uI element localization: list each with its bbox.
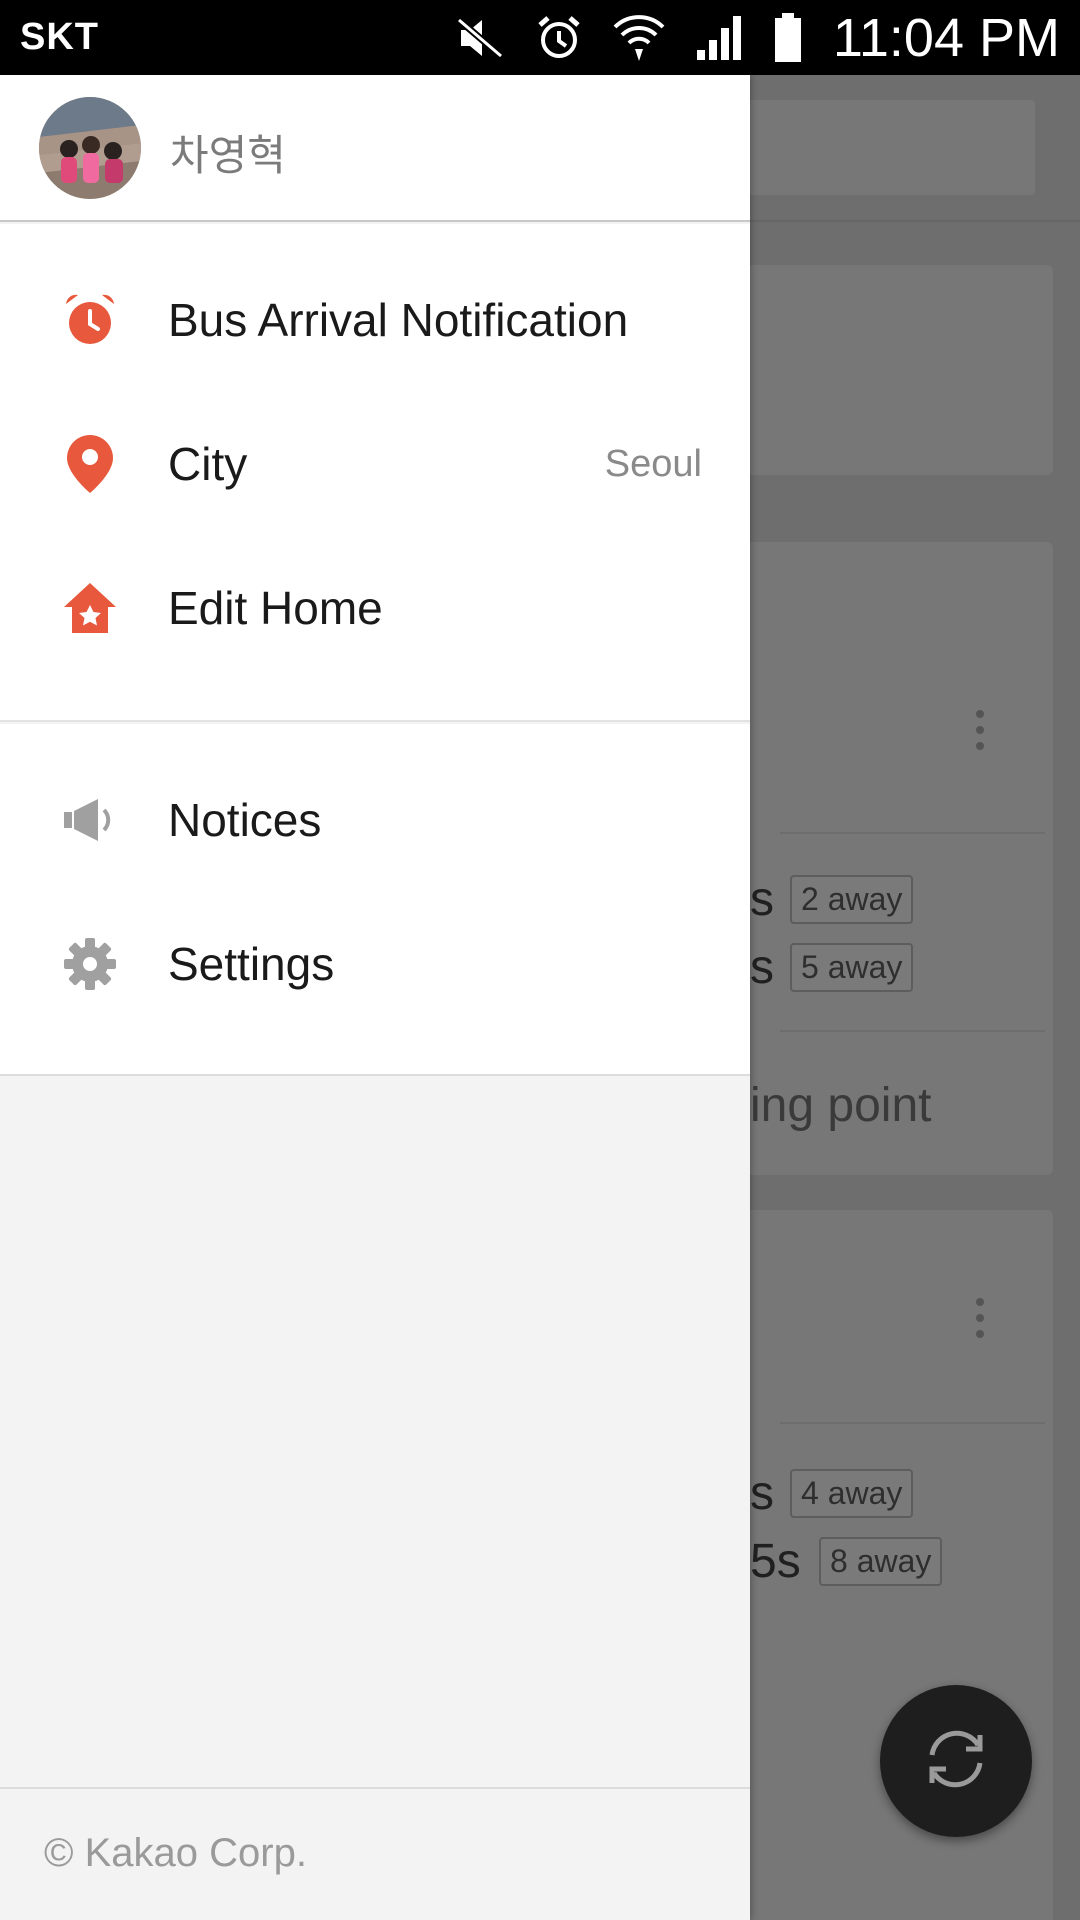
clock: 11:04 PM bbox=[832, 7, 1060, 68]
home-star-icon bbox=[62, 580, 118, 636]
battery-icon bbox=[773, 12, 803, 63]
more-options-icon bbox=[976, 1298, 984, 1346]
menu-label: Edit Home bbox=[168, 582, 383, 634]
drawer-footer: © Kakao Corp. bbox=[0, 1787, 750, 1920]
status-bar: SKT 11:04 PM bbox=[0, 0, 1080, 75]
arrival-time: s bbox=[750, 1467, 774, 1520]
route-note: ing point bbox=[750, 1079, 932, 1132]
navigation-drawer: 차영혁 Bus Arrival Notification City Seoul … bbox=[0, 75, 750, 1920]
drawer-header[interactable]: 차영혁 bbox=[0, 75, 750, 222]
megaphone-icon bbox=[62, 792, 118, 848]
alarm-icon bbox=[535, 14, 583, 62]
mute-icon bbox=[455, 16, 505, 60]
gear-icon bbox=[62, 936, 118, 992]
user-name: 차영혁 bbox=[170, 131, 286, 180]
carrier-label: SKT bbox=[20, 16, 99, 58]
refresh-button bbox=[880, 1685, 1032, 1837]
signal-icon bbox=[695, 14, 743, 62]
menu-item-city[interactable]: City Seoul bbox=[0, 404, 750, 524]
map-pin-icon bbox=[62, 435, 118, 493]
menu-item-settings[interactable]: Settings bbox=[0, 904, 750, 1024]
menu-label: City bbox=[168, 438, 248, 490]
menu-section-secondary: Notices Settings bbox=[0, 724, 750, 1076]
menu-label: Settings bbox=[168, 938, 335, 990]
divider bbox=[780, 1422, 1045, 1424]
wifi-icon bbox=[613, 13, 665, 63]
menu-item-bus-arrival[interactable]: Bus Arrival Notification bbox=[0, 260, 750, 380]
city-value: Seoul bbox=[604, 442, 702, 485]
alarm-clock-icon bbox=[62, 292, 118, 348]
menu-item-notices[interactable]: Notices bbox=[0, 760, 750, 880]
more-options-icon bbox=[976, 710, 984, 758]
divider bbox=[780, 832, 1045, 834]
menu-label: Bus Arrival Notification bbox=[168, 294, 629, 346]
avatar[interactable] bbox=[39, 97, 141, 199]
status-icons: 11:04 PM bbox=[455, 7, 1060, 69]
copyright-text: © Kakao Corp. bbox=[44, 1831, 307, 1875]
menu-item-edit-home[interactable]: Edit Home bbox=[0, 548, 750, 668]
menu-label: Notices bbox=[168, 794, 322, 846]
arrival-time: s bbox=[750, 941, 774, 994]
stops-away-badge: 5 away bbox=[790, 943, 914, 992]
menu-section-primary: Bus Arrival Notification City Seoul Edit… bbox=[0, 224, 750, 722]
arrival-time: s bbox=[750, 873, 774, 926]
stops-away-badge: 2 away bbox=[790, 875, 914, 924]
refresh-icon bbox=[918, 1721, 994, 1802]
stops-away-badge: 4 away bbox=[790, 1469, 914, 1518]
divider bbox=[780, 1030, 1045, 1032]
stops-away-badge: 8 away bbox=[819, 1537, 943, 1586]
arrival-time: 5s bbox=[750, 1535, 801, 1588]
